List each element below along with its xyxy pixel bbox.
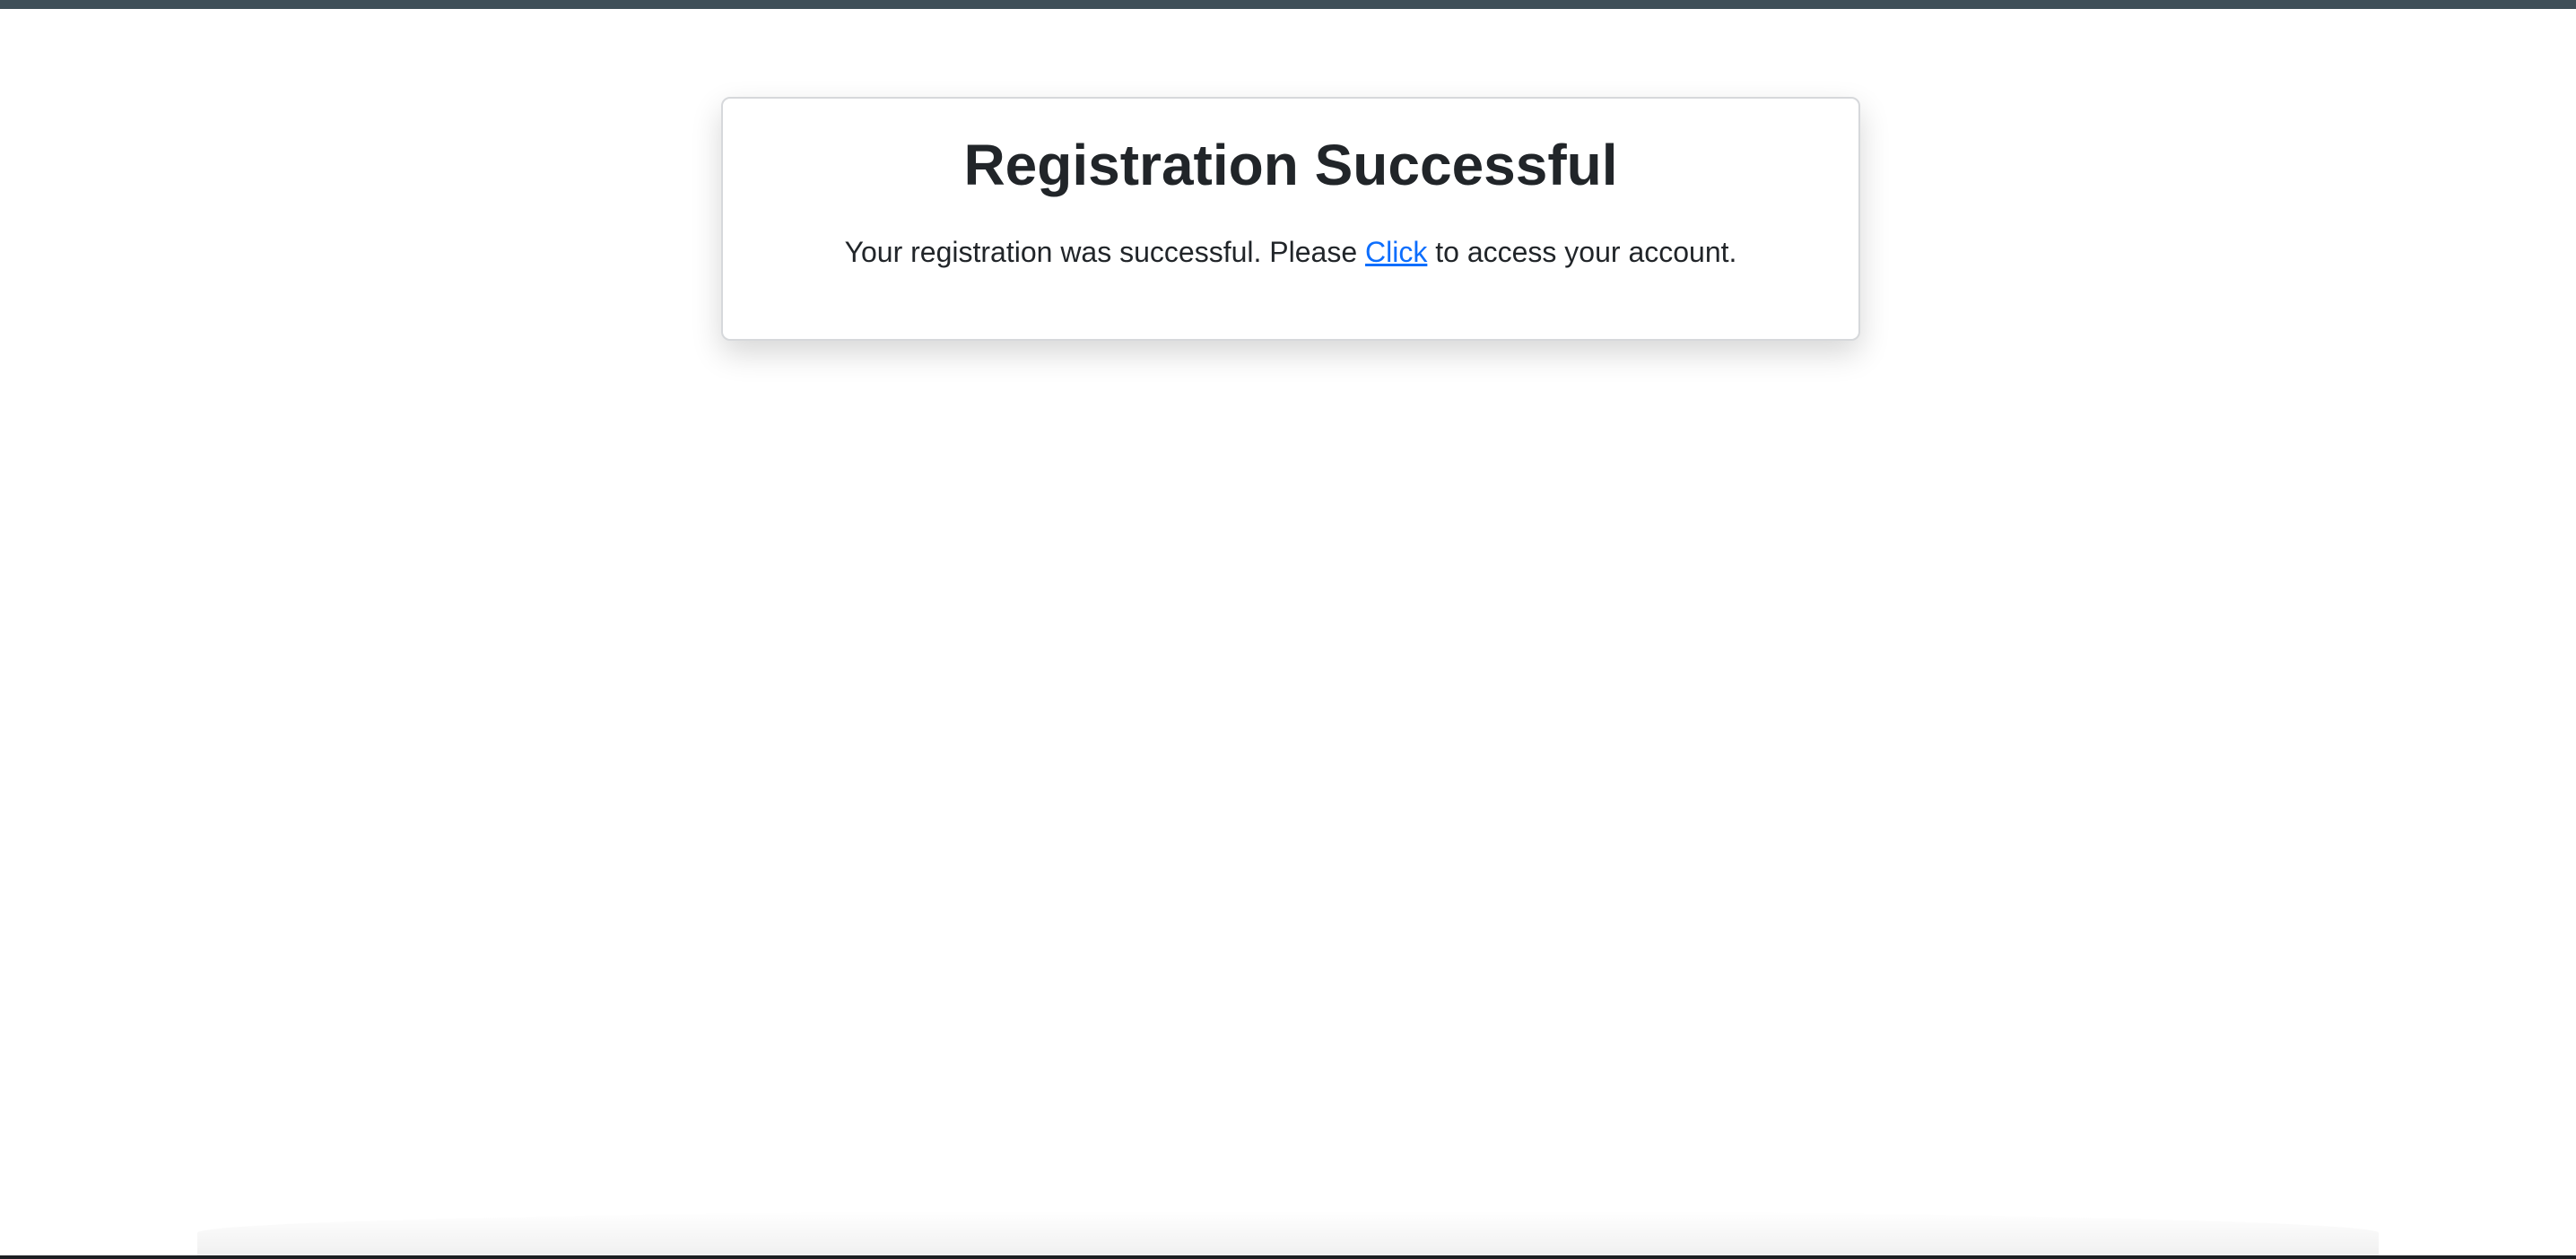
success-message: Your registration was successful. Please…: [723, 234, 1858, 272]
access-account-link[interactable]: Click: [1365, 236, 1427, 268]
window-bottom-shadow: [197, 1211, 2379, 1255]
window-bottom-edge: [0, 1255, 2576, 1259]
message-prefix: Your registration was successful. Please: [844, 235, 1366, 268]
registration-success-card: Registration Successful Your registratio…: [721, 97, 1860, 341]
page-title: Registration Successful: [963, 133, 1618, 197]
message-suffix: to access your account.: [1427, 235, 1737, 268]
window-top-bar: [0, 0, 2576, 9]
